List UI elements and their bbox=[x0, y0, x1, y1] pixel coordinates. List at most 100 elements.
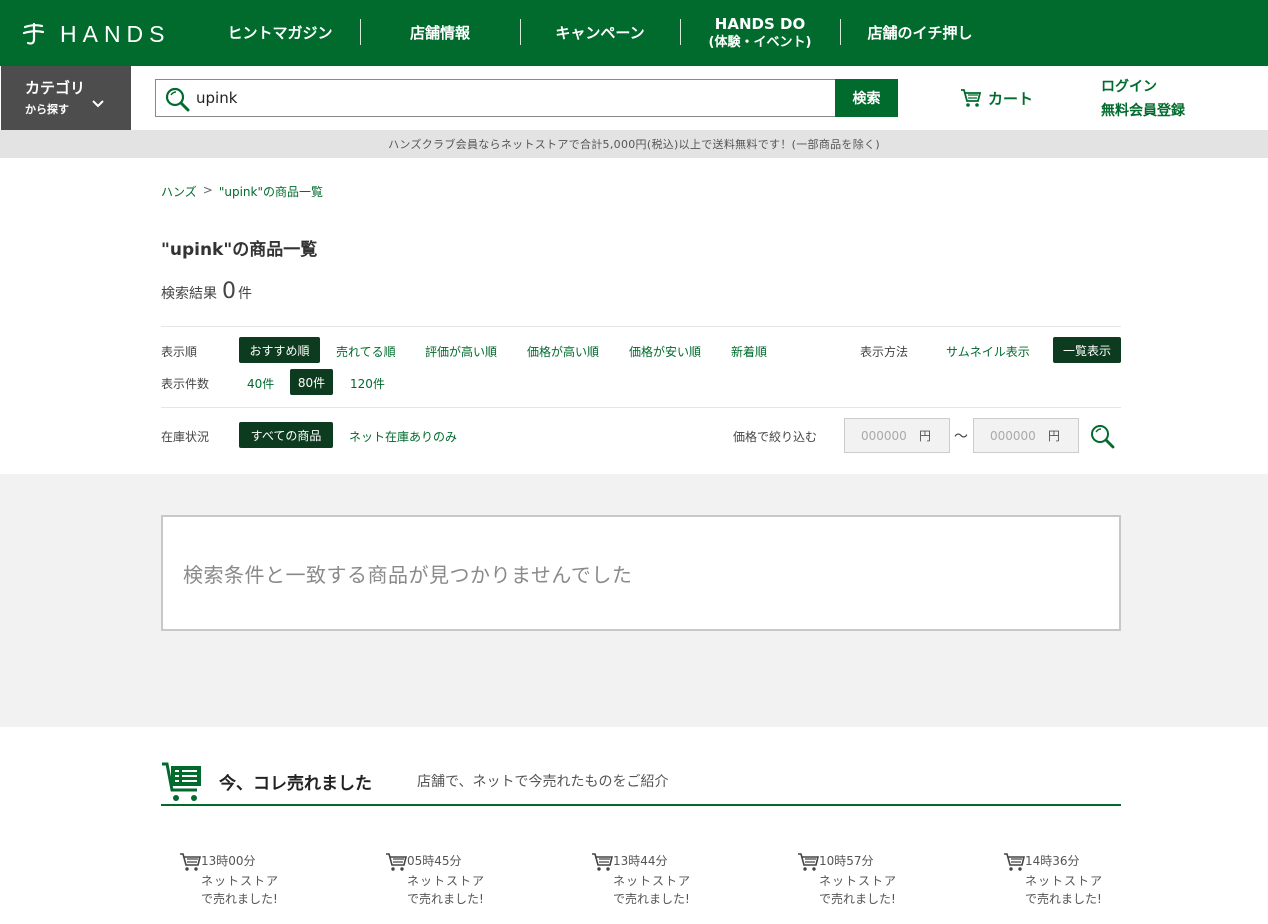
category-label: カテゴリ bbox=[25, 79, 86, 97]
price-min-unit: 円 bbox=[919, 429, 932, 443]
cart-icon bbox=[1004, 853, 1025, 871]
sold-message: で売れました! bbox=[201, 892, 278, 906]
stock-label: 在庫状況 bbox=[161, 430, 210, 444]
hands-logo-mark-icon bbox=[22, 22, 45, 45]
result-count-number: 0 bbox=[222, 279, 236, 304]
sold-where: ネットストア bbox=[407, 874, 486, 888]
sort-newest[interactable]: 新着順 bbox=[731, 343, 767, 360]
shopping-cart-list-icon bbox=[162, 762, 201, 801]
result-unit: 件 bbox=[238, 286, 252, 302]
sort-label: 表示順 bbox=[161, 345, 198, 359]
top-nav-bar: HANDS ヒントマガジン 店舗情報 キャンペーン HANDS DO (体験・イ… bbox=[0, 0, 1268, 66]
per-page-label: 表示件数 bbox=[161, 377, 210, 391]
price-search-icon[interactable] bbox=[1089, 423, 1115, 449]
nav-store-picks[interactable]: 店舗のイチ押し bbox=[850, 0, 990, 66]
breadcrumb-home[interactable]: ハンズ bbox=[161, 183, 197, 200]
register-link[interactable]: 無料会員登録 bbox=[1101, 100, 1185, 120]
view-thumbnail[interactable]: サムネイル表示 bbox=[946, 343, 1030, 360]
price-max-placeholder: 000000 bbox=[990, 428, 1036, 443]
category-sub-label: から探す bbox=[25, 103, 69, 116]
nav-divider bbox=[360, 19, 361, 45]
sold-item[interactable]: 05時45分 ネットストア で売れました! bbox=[385, 850, 535, 920]
price-max-input[interactable]: 000000 円 bbox=[973, 418, 1079, 453]
sold-where: ネットストア bbox=[819, 874, 898, 888]
cart-link[interactable]: カート bbox=[960, 86, 1033, 110]
search-row: カテゴリ から探す 検索 カート ログイン 無料会員登録 bbox=[0, 66, 1268, 130]
login-link[interactable]: ログイン bbox=[1101, 76, 1157, 96]
hands-logo[interactable]: HANDS bbox=[22, 20, 171, 48]
sold-time: 13時44分 bbox=[613, 854, 668, 868]
sold-time: 13時00分 bbox=[201, 854, 256, 868]
nav-store-info[interactable]: 店舗情報 bbox=[370, 0, 510, 66]
empty-result-message: 検索条件と一致する商品が見つかりませんでした bbox=[183, 562, 633, 587]
nav-campaign-label: キャンペーン bbox=[555, 23, 645, 42]
nav-divider bbox=[520, 19, 521, 45]
shipping-notice: ハンズクラブ会員ならネットストアで合計5,000円(税込)以上で送料無料です！(… bbox=[0, 130, 1268, 158]
sold-time: 05時45分 bbox=[407, 854, 462, 868]
stock-all[interactable]: すべての商品 bbox=[239, 422, 333, 448]
sold-item[interactable]: 14時36分 ネットストア で売れました! bbox=[1003, 850, 1153, 920]
sold-item[interactable]: 10時57分 ネットストア で売れました! bbox=[797, 850, 947, 920]
per-page-40[interactable]: 40件 bbox=[247, 375, 274, 392]
result-label: 検索結果 bbox=[161, 286, 217, 302]
per-page-80[interactable]: 80件 bbox=[290, 369, 333, 395]
nav-hands-do[interactable]: HANDS DO (体験・イベント) bbox=[690, 0, 830, 66]
cart-icon bbox=[798, 853, 819, 871]
divider bbox=[161, 407, 1121, 408]
price-filter-label: 価格で絞り込む bbox=[733, 430, 818, 444]
cart-icon bbox=[386, 853, 407, 871]
sort-price-low[interactable]: 価格が安い順 bbox=[629, 343, 701, 360]
nav-store-picks-label: 店舗のイチ押し bbox=[867, 23, 973, 42]
sort-price-high[interactable]: 価格が高い順 bbox=[527, 343, 599, 360]
cart-icon bbox=[592, 853, 613, 871]
sort-recommended[interactable]: おすすめ順 bbox=[239, 337, 320, 363]
sort-best-selling[interactable]: 売れてる順 bbox=[336, 343, 396, 360]
nav-hands-do-sub: (体験・イベント) bbox=[708, 35, 812, 51]
stock-online-only[interactable]: ネット在庫ありのみ bbox=[349, 428, 457, 445]
nav-store-info-label: 店舗情報 bbox=[409, 23, 470, 42]
sold-item[interactable]: 13時00分 ネットストア で売れました! bbox=[179, 850, 329, 920]
result-count: 検索結果 0 件 bbox=[161, 279, 252, 304]
divider bbox=[161, 326, 1121, 327]
sold-now-header: 今、コレ売れました 店舗で、ネットで今売れたものをご紹介 bbox=[161, 760, 1121, 806]
sold-where: ネットストア bbox=[201, 874, 280, 888]
category-button[interactable]: カテゴリ から探す bbox=[1, 66, 131, 130]
search-box bbox=[155, 79, 836, 117]
nav-hint-magazine[interactable]: ヒントマガジン bbox=[210, 0, 350, 66]
sort-top-rated[interactable]: 評価が高い順 bbox=[425, 343, 497, 360]
sold-now-title: 今、コレ売れました bbox=[219, 774, 372, 794]
sold-where: ネットストア bbox=[613, 874, 692, 888]
view-label: 表示方法 bbox=[860, 345, 909, 359]
search-icon bbox=[165, 87, 190, 112]
cart-label: カート bbox=[988, 89, 1034, 108]
cart-icon bbox=[180, 853, 201, 871]
sold-time: 10時57分 bbox=[819, 854, 874, 868]
chevron-down-icon bbox=[92, 100, 104, 108]
price-max-unit: 円 bbox=[1048, 429, 1061, 443]
empty-result-box: 検索条件と一致する商品が見つかりませんでした bbox=[161, 515, 1121, 631]
search-button[interactable]: 検索 bbox=[835, 79, 898, 117]
breadcrumb-current: "upink"の商品一覧 bbox=[218, 185, 323, 199]
nav-campaign[interactable]: キャンペーン bbox=[530, 0, 670, 66]
price-min-input[interactable]: 000000 円 bbox=[844, 418, 950, 453]
view-list[interactable]: 一覧表示 bbox=[1053, 337, 1121, 363]
sold-message: で売れました! bbox=[819, 892, 896, 906]
breadcrumb: ハンズ > "upink"の商品一覧 bbox=[161, 183, 323, 200]
breadcrumb-separator: > bbox=[202, 183, 213, 197]
nav-hint-magazine-label: ヒントマガジン bbox=[227, 23, 333, 42]
sold-now-subtitle: 店舗で、ネットで今売れたものをご紹介 bbox=[417, 774, 669, 790]
sold-message: で売れました! bbox=[407, 892, 484, 906]
sold-where: ネットストア bbox=[1025, 874, 1104, 888]
per-page-120[interactable]: 120件 bbox=[350, 375, 385, 392]
sold-message: で売れました! bbox=[613, 892, 690, 906]
nav-hands-do-label: HANDS DO bbox=[714, 15, 806, 34]
nav-divider bbox=[840, 19, 841, 45]
sold-message: で売れました! bbox=[1025, 892, 1102, 906]
sold-time: 14時36分 bbox=[1025, 854, 1080, 868]
sold-item[interactable]: 13時44分 ネットストア で売れました! bbox=[591, 850, 741, 920]
price-range-tilde: 〜 bbox=[954, 429, 968, 445]
price-min-placeholder: 000000 bbox=[861, 428, 907, 443]
hands-logo-text: HANDS bbox=[60, 20, 171, 47]
search-input[interactable] bbox=[196, 80, 826, 116]
nav-divider bbox=[680, 19, 681, 45]
